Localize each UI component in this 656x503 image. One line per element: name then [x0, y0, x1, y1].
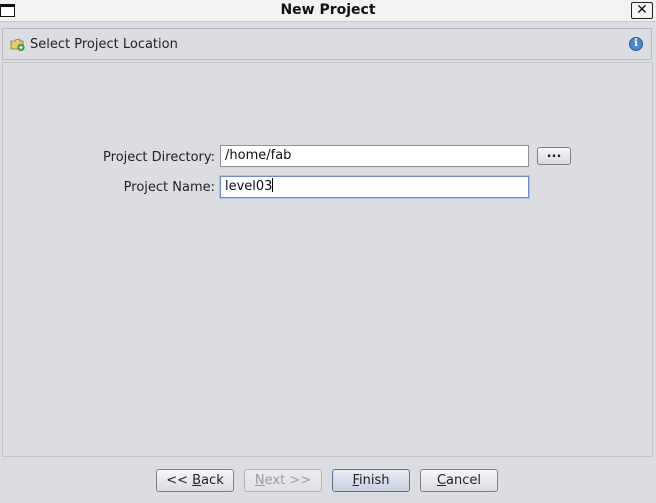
button-bar: << Back Next >> Finish Cancel [0, 457, 656, 503]
project-name-field[interactable]: level03 [220, 176, 529, 198]
step-title: Select Project Location [30, 37, 178, 52]
step-header: Select Project Location i [2, 28, 652, 60]
content-panel: Project Directory: /home/fab ... Project… [2, 62, 653, 457]
cancel-label-post: ancel [446, 473, 482, 488]
folder-add-icon [10, 39, 25, 51]
next-mnemonic: N [254, 473, 265, 488]
close-button[interactable]: ✕ [631, 2, 653, 19]
back-button[interactable]: << Back [156, 469, 234, 492]
browse-button[interactable]: ... [537, 147, 571, 165]
back-label-pre: << [166, 473, 193, 488]
project-directory-field[interactable]: /home/fab [220, 145, 529, 167]
next-button[interactable]: Next >> [244, 469, 322, 492]
project-name-value: level03 [225, 179, 273, 194]
window-title: New Project [280, 2, 376, 18]
back-label-post: ack [201, 473, 224, 488]
new-project-dialog: New Project ✕ Select Project Location i … [0, 0, 656, 503]
title-bar: New Project ✕ [0, 0, 656, 22]
project-name-label: Project Name: [123, 180, 215, 195]
cancel-button[interactable]: Cancel [420, 469, 498, 492]
finish-button[interactable]: Finish [332, 469, 410, 492]
next-label-post: ext >> [264, 473, 312, 488]
info-icon[interactable]: i [629, 37, 643, 51]
cancel-mnemonic: C [436, 473, 447, 488]
project-directory-label: Project Directory: [103, 150, 215, 165]
text-caret [272, 178, 274, 192]
back-mnemonic: B [192, 473, 202, 488]
finish-label-post: inish [359, 473, 390, 488]
